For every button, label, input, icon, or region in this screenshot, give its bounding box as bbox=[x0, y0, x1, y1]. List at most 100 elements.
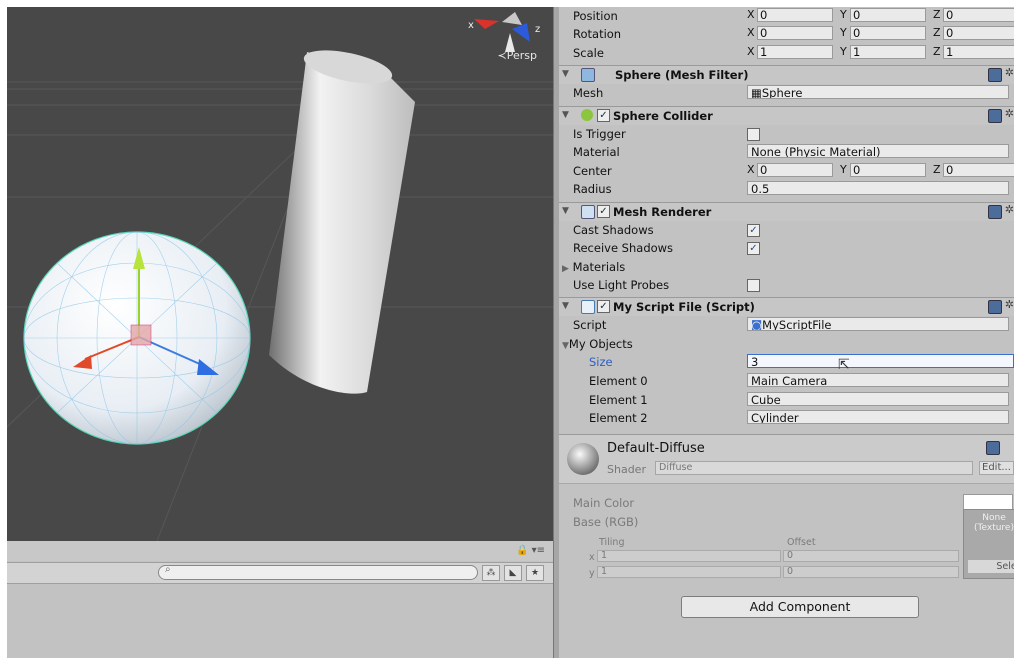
offset-y-value: 0 bbox=[787, 566, 794, 577]
base-rgb-label: Base (RGB) bbox=[573, 515, 639, 529]
size-input[interactable]: 3 bbox=[747, 354, 1014, 368]
collider-material-value: None (Physic Material) bbox=[751, 145, 881, 158]
light-probes-row: Use Light Probes bbox=[559, 276, 1014, 294]
material-properties: Main Color Base (RGB) Tiling Offset x 1 … bbox=[559, 483, 1014, 584]
main-color-swatch[interactable] bbox=[963, 494, 1013, 510]
radius-value: 0.5 bbox=[751, 182, 770, 195]
script-title: My Script File (Script) bbox=[613, 300, 755, 314]
offset-label: Offset bbox=[787, 537, 816, 548]
cast-shadows-label: Cast Shadows bbox=[573, 223, 654, 237]
mesh-filter-icon bbox=[581, 68, 595, 82]
editor-window: x z ≺Persp 🔒 ▾≡ ⌕ ⁂ ◣ ★ Position X0 Y 0 … bbox=[7, 7, 1014, 658]
cursor-icon: ⇱ bbox=[838, 357, 850, 373]
material-name: Default-Diffuse bbox=[607, 441, 705, 456]
receive-shadows-checkbox[interactable]: ✓ bbox=[747, 242, 760, 255]
select-label: Selec bbox=[996, 561, 1014, 572]
inspector-panel: Position X0 Y0 Z0 Rotation X0 Y0 Z0 Scal… bbox=[559, 7, 1014, 658]
sphere-collider-header[interactable]: ▼ ✓ Sphere Collider ✲ bbox=[559, 106, 1014, 125]
collider-icon bbox=[581, 109, 593, 121]
lock-icon[interactable]: 🔒 ▾≡ bbox=[516, 545, 545, 556]
help-icon[interactable] bbox=[988, 205, 1002, 219]
light-probes-label: Use Light Probes bbox=[573, 278, 670, 292]
help-icon[interactable] bbox=[986, 441, 1000, 455]
script-file-icon: ◙ bbox=[751, 318, 763, 331]
light-probes-checkbox[interactable] bbox=[747, 279, 760, 292]
script-field[interactable]: ◙MyScriptFile bbox=[747, 317, 1009, 331]
my-objects-row[interactable]: ▼My Objects bbox=[559, 335, 1014, 353]
collapse-icon[interactable]: ▼ bbox=[562, 110, 569, 120]
collapse-icon: ▼ bbox=[562, 341, 569, 351]
offset-x-value: 0 bbox=[787, 550, 794, 561]
size-label: Size bbox=[589, 355, 613, 369]
help-icon[interactable] bbox=[988, 68, 1002, 82]
element-0-row: Element 0 Main Camera bbox=[559, 372, 1014, 390]
tiling-y-field[interactable]: 1 bbox=[597, 566, 781, 578]
element-1-label: Element 1 bbox=[589, 393, 648, 407]
shader-label: Shader bbox=[607, 463, 646, 476]
offset-y-field[interactable]: 0 bbox=[783, 566, 959, 578]
add-component-button[interactable]: Add Component bbox=[681, 596, 919, 618]
sphere-object[interactable] bbox=[23, 231, 251, 445]
is-trigger-label: Is Trigger bbox=[573, 127, 626, 141]
cylinder-object[interactable] bbox=[269, 44, 415, 394]
texture-slot[interactable]: None (Texture) Selec bbox=[963, 509, 1014, 579]
gear-icon[interactable]: ✲ bbox=[1005, 298, 1014, 311]
tiling-label: Tiling bbox=[599, 537, 625, 548]
element-2-field[interactable]: Cylinder bbox=[747, 410, 1009, 424]
mesh-renderer-header[interactable]: ▼ ✓ Mesh Renderer ✲ bbox=[559, 202, 1014, 221]
rotation-row: Rotation X0 Y0 Z0 bbox=[559, 25, 1014, 43]
help-icon[interactable] bbox=[988, 300, 1002, 314]
edit-shader-button[interactable]: Edit... bbox=[979, 461, 1014, 475]
shader-dropdown[interactable]: Diffuse bbox=[655, 461, 973, 475]
element-0-label: Element 0 bbox=[589, 374, 648, 388]
element-1-field[interactable]: Cube bbox=[747, 392, 1009, 406]
collider-material-row: Material None (Physic Material) bbox=[559, 143, 1014, 161]
gear-icon[interactable]: ✲ bbox=[1005, 107, 1014, 120]
script-header[interactable]: ▼ ✓ My Script File (Script) ✲ bbox=[559, 297, 1014, 316]
tiling-x-value: 1 bbox=[601, 550, 608, 561]
tag-icon[interactable]: ◣ bbox=[504, 565, 522, 581]
cast-shadows-checkbox[interactable]: ✓ bbox=[747, 224, 760, 237]
element-0-value: Main Camera bbox=[751, 374, 828, 387]
offset-x-field[interactable]: 0 bbox=[783, 550, 959, 562]
mesh-renderer-enabled-checkbox[interactable]: ✓ bbox=[597, 205, 610, 218]
select-texture-button[interactable]: Selec bbox=[968, 560, 1014, 573]
materials-row[interactable]: ▶ Materials bbox=[559, 258, 1014, 276]
receive-shadows-row: Receive Shadows ✓ bbox=[559, 239, 1014, 257]
collapse-icon[interactable]: ▼ bbox=[562, 206, 569, 216]
search-input[interactable]: ⌕ bbox=[158, 564, 478, 580]
scene-canvas[interactable]: x z bbox=[7, 7, 553, 541]
collapse-icon[interactable]: ▼ bbox=[562, 69, 569, 79]
element-1-value: Cube bbox=[751, 393, 781, 406]
collider-material-field[interactable]: None (Physic Material) bbox=[747, 144, 1009, 158]
projection-label[interactable]: ≺Persp bbox=[498, 49, 537, 62]
my-objects-foldout[interactable]: ▼My Objects bbox=[562, 337, 633, 351]
orientation-gizmo[interactable]: x z bbox=[468, 12, 540, 52]
materials-foldout[interactable]: ▶ Materials bbox=[562, 260, 625, 274]
edit-label: Edit... bbox=[982, 462, 1011, 473]
is-trigger-checkbox[interactable] bbox=[747, 128, 760, 141]
star-icon[interactable]: ★ bbox=[526, 565, 544, 581]
tiling-y-axis: y bbox=[589, 568, 595, 579]
collapse-icon[interactable]: ▼ bbox=[562, 301, 569, 311]
receive-shadows-label: Receive Shadows bbox=[573, 241, 674, 255]
tiling-x-field[interactable]: 1 bbox=[597, 550, 781, 562]
element-1-row: Element 1 Cube bbox=[559, 391, 1014, 409]
help-icon[interactable] bbox=[988, 109, 1002, 123]
filter-icon[interactable]: ⁂ bbox=[482, 565, 500, 581]
mesh-filter-header[interactable]: ▼ Sphere (Mesh Filter) ✲ bbox=[559, 65, 1014, 84]
mesh-renderer-title: Mesh Renderer bbox=[613, 205, 712, 219]
script-enabled-checkbox[interactable]: ✓ bbox=[597, 300, 610, 313]
element-0-field[interactable]: Main Camera bbox=[747, 373, 1009, 387]
texture-none-label: None bbox=[982, 513, 1006, 523]
gear-icon[interactable]: ✲ bbox=[1005, 66, 1014, 79]
cast-shadows-row: Cast Shadows ✓ bbox=[559, 221, 1014, 239]
radius-field[interactable]: 0.5 bbox=[747, 181, 1009, 195]
mesh-field[interactable]: ▦Sphere bbox=[747, 85, 1009, 99]
scene-view[interactable]: x z ≺Persp bbox=[7, 7, 553, 541]
gear-icon[interactable]: ✲ bbox=[1005, 203, 1014, 216]
size-value: 3 bbox=[751, 355, 759, 368]
sphere-collider-enabled-checkbox[interactable]: ✓ bbox=[597, 109, 610, 122]
is-trigger-row: Is Trigger bbox=[559, 125, 1014, 143]
main-color-label: Main Color bbox=[573, 496, 635, 510]
